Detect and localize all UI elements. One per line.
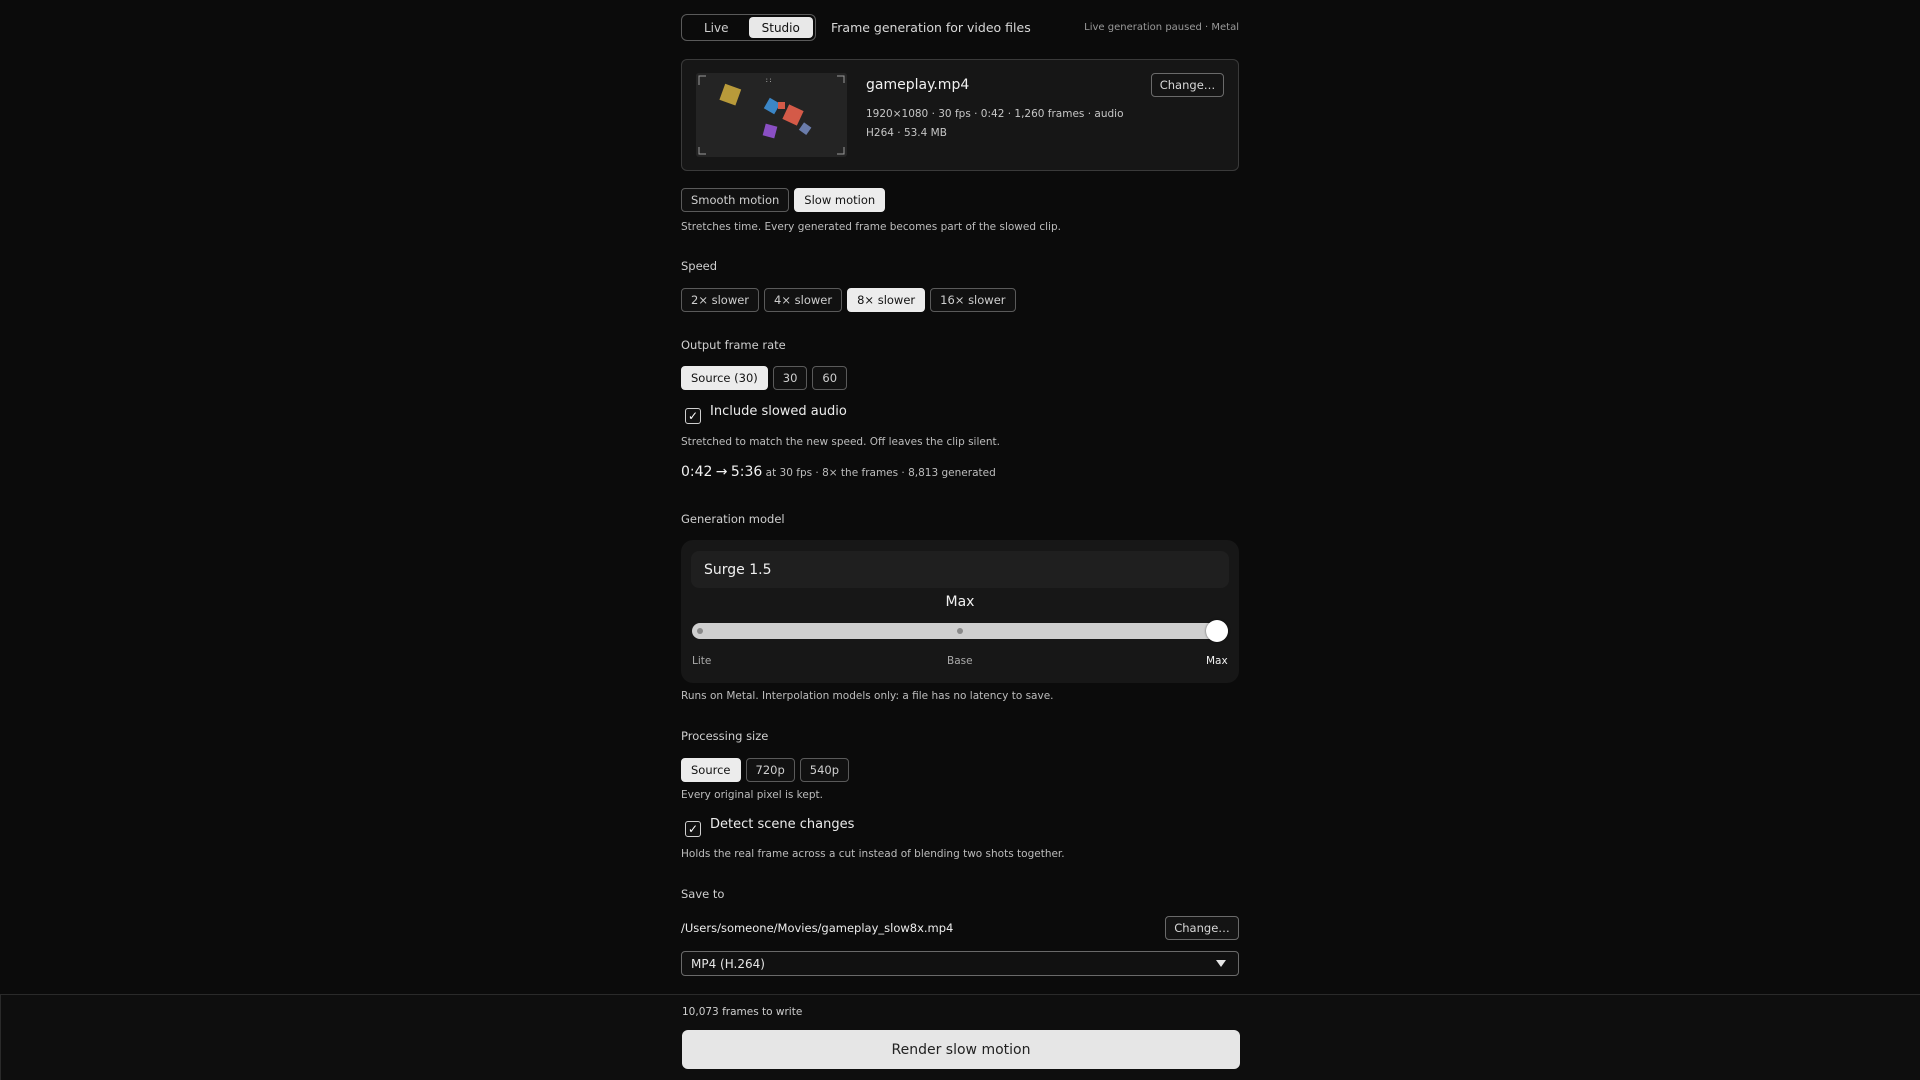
duration-from: 0:42: [681, 464, 713, 480]
slider-tick-lite: [697, 628, 703, 634]
render-button[interactable]: Render slow motion: [682, 1030, 1240, 1069]
model-hint: Runs on Metal. Interpolation models only…: [681, 690, 1054, 702]
detect-scene-label[interactable]: Detect scene changes: [710, 817, 854, 832]
size-720p-option[interactable]: 720p: [745, 758, 795, 782]
include-audio-checkbox[interactable]: ✓: [685, 408, 701, 424]
file-codec-size: H264 · 53.4 MB: [866, 127, 947, 139]
file-card: :: gameplay.mp4 1920×1080 · 30 fps · 0:4…: [681, 59, 1239, 171]
model-tier-title: Max: [945, 594, 975, 610]
frame-rate-options: Source (30) 30 60: [681, 366, 848, 390]
duration-summary: 0:42 → 5:36 at 30 fps · 8× the frames · …: [681, 464, 996, 480]
detect-scene-checkbox[interactable]: ✓: [685, 821, 701, 837]
size-source-option[interactable]: Source: [681, 758, 741, 782]
chevron-down-icon: [1216, 960, 1226, 967]
fps-60-option[interactable]: 60: [812, 366, 848, 390]
check-icon: ✓: [687, 822, 699, 836]
scene-checkbox-row: ✓ Detect scene changes: [681, 817, 854, 837]
audio-checkbox-row: ✓ Include slowed audio: [681, 404, 847, 424]
include-audio-label[interactable]: Include slowed audio: [710, 404, 847, 419]
speed-options: 2× slower 4× slower 8× slower 16× slower: [681, 288, 1016, 312]
speed-16x-option[interactable]: 16× slower: [930, 288, 1016, 312]
svg-text:::: ::: [765, 77, 772, 84]
slow-motion-option[interactable]: Slow motion: [794, 188, 886, 212]
processing-size-hint: Every original pixel is kept.: [681, 789, 823, 801]
speed-4x-option[interactable]: 4× slower: [764, 288, 843, 312]
tier-label-max: Max: [1206, 655, 1228, 667]
slider-tick-base: [957, 628, 963, 634]
fps-30-option[interactable]: 30: [772, 366, 808, 390]
model-selector[interactable]: Surge 1.5: [691, 551, 1229, 588]
processing-size-options: Source 720p 540p: [681, 758, 849, 782]
processing-size-label: Processing size: [681, 729, 769, 743]
thumbnail-image: ::: [696, 73, 847, 157]
frames-detail: · 8× the frames · 8,813 generated: [812, 467, 996, 479]
tier-label-lite: Lite: [692, 655, 712, 667]
tier-label-base: Base: [947, 655, 973, 667]
save-to-label: Save to: [681, 887, 725, 901]
speed-2x-option[interactable]: 2× slower: [681, 288, 760, 312]
speed-label: Speed: [681, 259, 718, 273]
footer-bar: 10,073 frames to write Render slow motio…: [0, 994, 1920, 1080]
scene-hint: Holds the real frame across a cut instea…: [681, 848, 1065, 860]
slider-knob[interactable]: [1206, 620, 1228, 642]
tab-live[interactable]: Live: [684, 17, 749, 38]
check-icon: ✓: [687, 409, 699, 423]
tab-studio[interactable]: Studio: [748, 17, 813, 38]
smooth-motion-option[interactable]: Smooth motion: [681, 188, 790, 212]
file-name: gameplay.mp4: [866, 77, 970, 93]
model-tier-slider[interactable]: [692, 620, 1228, 642]
generation-mode-options: Smooth motion Slow motion: [681, 188, 886, 212]
model-label: Generation model: [681, 512, 785, 526]
change-path-button[interactable]: Change…: [1165, 916, 1239, 940]
arrow-icon: →: [715, 464, 728, 480]
status-text: Live generation paused · Metal: [1084, 22, 1239, 33]
mode-segmented-control: Live Studio: [681, 14, 816, 41]
size-540p-option[interactable]: 540p: [799, 758, 849, 782]
output-path: /Users/someone/Movies/gameplay_slow8x.mp…: [681, 921, 954, 935]
page-subtitle: Frame generation for video files: [831, 20, 1031, 35]
duration-to: 5:36: [730, 464, 763, 480]
frames-to-write: 10,073 frames to write: [682, 1006, 803, 1018]
fps-source-option[interactable]: Source (30): [681, 366, 768, 390]
mode-hint: Stretches time. Every generated frame be…: [681, 221, 1061, 233]
model-card: Surge 1.5 Max Lite Base Max: [681, 540, 1239, 683]
format-value: MP4 (H.264): [691, 956, 765, 971]
frame-rate-label: Output frame rate: [681, 338, 786, 352]
speed-8x-option[interactable]: 8× slower: [847, 288, 926, 312]
format-select[interactable]: MP4 (H.264): [681, 951, 1239, 976]
audio-hint: Stretched to match the new speed. Off le…: [681, 436, 1000, 448]
file-meta: 1920×1080 · 30 fps · 0:42 · 1,260 frames…: [866, 108, 1124, 120]
video-thumbnail: ::: [696, 73, 847, 157]
change-file-button[interactable]: Change…: [1151, 73, 1224, 97]
output-fps: at 30 fps: [765, 467, 813, 479]
